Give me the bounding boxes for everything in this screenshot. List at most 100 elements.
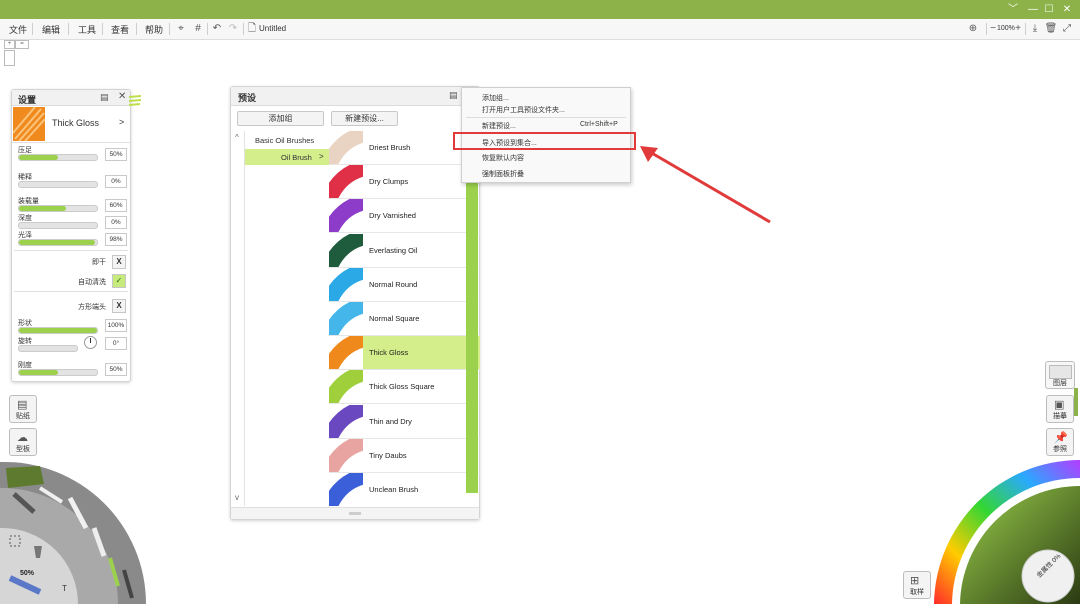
title-bar: ﹀ — ☐ ✕ xyxy=(0,0,1080,19)
add-layer-icon[interactable]: ⊕ xyxy=(966,22,980,36)
document-title: Untitled xyxy=(259,24,287,33)
ctx-new-preset[interactable]: 新建预设... xyxy=(482,121,516,131)
stencil-button[interactable]: ☁ 型板 xyxy=(9,428,37,456)
softness-slider[interactable] xyxy=(18,369,98,376)
new-preset-button[interactable]: 新建预设... xyxy=(331,111,398,126)
undo-icon[interactable]: ↶ xyxy=(210,22,224,36)
brush-item[interactable]: Normal Round xyxy=(329,267,480,302)
param-value[interactable]: 98% xyxy=(105,233,127,246)
presets-menu-icon[interactable]: ▤ xyxy=(449,90,458,101)
zoom-in-button[interactable]: + xyxy=(1011,22,1025,36)
brush-thumbnail-icon xyxy=(13,107,45,141)
text-tool-icon[interactable]: T xyxy=(62,584,67,593)
fullscreen-icon[interactable]: ⤢ xyxy=(1060,22,1074,36)
ruler-controls[interactable]: + = xyxy=(4,40,29,49)
ctx-add-group[interactable]: 添加组... xyxy=(482,93,509,103)
maximize-button[interactable]: ☐ xyxy=(1040,3,1058,17)
rotation-dial-icon[interactable] xyxy=(84,336,97,349)
menu-file[interactable]: 文件 xyxy=(9,23,27,36)
delete-icon[interactable]: 🗑 xyxy=(1044,22,1058,36)
group-scrollbar[interactable]: ^ v xyxy=(232,131,245,506)
menu-edit[interactable]: 编辑 xyxy=(42,23,60,36)
ruler-vertical[interactable] xyxy=(4,50,15,66)
divider xyxy=(14,250,128,251)
redo-icon[interactable]: ↷ xyxy=(226,22,240,36)
tool-wheel[interactable] xyxy=(0,458,150,604)
add-group-button[interactable]: 添加组 xyxy=(237,111,324,126)
presets-header: 预设 ▤ xyxy=(231,87,479,106)
layers-label: 图层 xyxy=(1053,380,1067,387)
annotation-arrow xyxy=(640,146,771,224)
layers-button[interactable]: 图层 xyxy=(1045,361,1075,389)
close-panel-icon[interactable]: ✕ xyxy=(118,91,126,102)
param-slider[interactable] xyxy=(18,181,98,188)
softness-value[interactable]: 50% xyxy=(105,363,127,376)
brush-thumbnail-icon xyxy=(329,165,363,199)
divider xyxy=(102,23,103,35)
sample-button[interactable]: ⊞ 取样 xyxy=(903,571,931,599)
ctx-restore-default[interactable]: 恢复默认内容 xyxy=(482,153,524,163)
brush-thumbnail-icon xyxy=(329,438,363,472)
menu-help[interactable]: 帮助 xyxy=(145,23,163,36)
rotation-slider[interactable] xyxy=(18,345,78,352)
tracing-button[interactable]: ▣ 描摹 xyxy=(1046,395,1074,423)
brush-item[interactable]: Dry Varnished xyxy=(329,199,480,234)
square-head-toggle[interactable]: X xyxy=(112,299,126,313)
color-picker-wheel[interactable] xyxy=(930,456,1080,604)
rotation-value[interactable]: 0° xyxy=(105,337,127,350)
sticker-label: 贴纸 xyxy=(16,413,30,420)
brush-name: Tiny Daubs xyxy=(369,450,407,460)
param-slider[interactable] xyxy=(18,154,98,161)
brush-thumbnail-icon xyxy=(329,131,363,164)
param-value[interactable]: 50% xyxy=(105,148,127,161)
brush-item[interactable]: Tiny Daubs xyxy=(329,438,480,473)
brush-item[interactable]: Normal Square xyxy=(329,302,480,336)
collapse-icon[interactable]: ﹀ xyxy=(1004,3,1022,17)
shape-slider[interactable] xyxy=(18,327,98,334)
resize-grip-icon[interactable] xyxy=(349,512,361,515)
auto-clean-toggle[interactable]: ✓ xyxy=(112,274,126,288)
sample-label: 取样 xyxy=(910,589,924,596)
brush-item[interactable]: Thick Gloss Square xyxy=(329,370,480,405)
tracing-label: 描摹 xyxy=(1053,413,1067,420)
panel-menu-icon[interactable]: ▤ xyxy=(100,92,109,103)
panel-footer[interactable] xyxy=(231,507,479,519)
instant-dry-toggle[interactable]: X xyxy=(112,255,126,269)
group-basic-oil[interactable]: Basic Oil Brushes xyxy=(245,131,329,149)
menu-tools[interactable]: 工具 xyxy=(78,23,96,36)
slider-fill xyxy=(19,240,96,245)
menu-view[interactable]: 查看 xyxy=(111,23,129,36)
close-button[interactable]: ✕ xyxy=(1058,3,1076,17)
brush-selector[interactable]: Thick Gloss > xyxy=(12,106,130,143)
shape-value[interactable]: 100% xyxy=(105,319,127,332)
param-slider[interactable] xyxy=(18,239,98,246)
brush-thumbnail-icon xyxy=(329,473,363,506)
scroll-down-button[interactable]: v xyxy=(235,493,239,502)
param-value[interactable]: 0% xyxy=(105,216,127,229)
panel-grip-icon[interactable] xyxy=(128,94,142,108)
divider xyxy=(68,23,69,35)
scroll-up-button[interactable]: ^ xyxy=(235,133,239,142)
param-slider[interactable] xyxy=(18,222,98,229)
download-icon[interactable]: ⤓ xyxy=(1028,22,1042,36)
param-slider[interactable] xyxy=(18,205,98,212)
brush-item[interactable]: Thick Gloss xyxy=(329,336,480,371)
brush-item[interactable]: Unclean Brush xyxy=(329,473,480,506)
symmetry-icon[interactable]: ⌖ xyxy=(174,22,188,36)
sticker-button[interactable]: ▤ 贴纸 xyxy=(9,395,37,423)
reference-button[interactable]: 📌 参照 xyxy=(1046,428,1074,456)
ctx-open-folder[interactable]: 打开用户工具预设文件夹... xyxy=(482,105,565,115)
ctx-force-collapse[interactable]: 强制面板折叠 xyxy=(482,169,524,179)
grid-icon[interactable]: # xyxy=(191,22,205,36)
presets-title: 预设 xyxy=(238,93,257,103)
param-value[interactable]: 0% xyxy=(105,175,127,188)
group-oil-brush[interactable]: Oil Brush > xyxy=(245,149,329,165)
param-value[interactable]: 60% xyxy=(105,199,127,212)
ctx-new-preset-shortcut: Ctrl+Shift+P xyxy=(580,121,618,128)
brush-list-scrollbar[interactable] xyxy=(466,131,478,493)
brush-thumbnail-icon xyxy=(329,233,363,267)
brush-item[interactable]: Everlasting Oil xyxy=(329,233,480,268)
brush-item[interactable]: Thin and Dry xyxy=(329,404,480,439)
brush-item[interactable]: Dry Clumps xyxy=(329,165,480,200)
brush-thumbnail-icon xyxy=(329,370,363,404)
